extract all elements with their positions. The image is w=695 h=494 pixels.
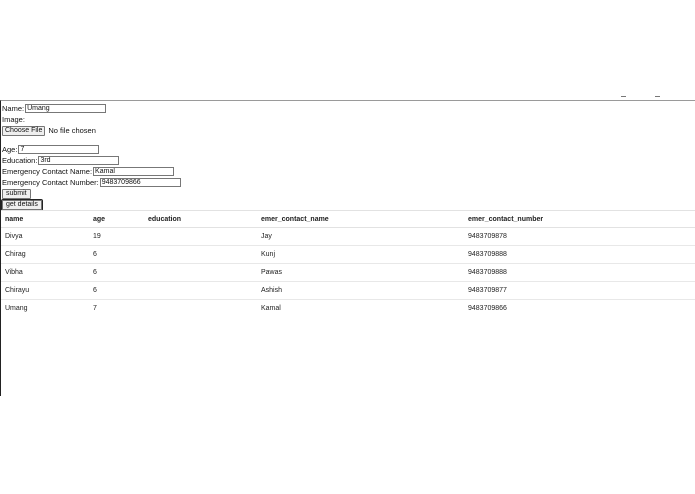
column-header-education: education xyxy=(144,210,257,228)
cell-emer-contact-name: Kunj xyxy=(257,245,464,264)
table-row: Divya 19 Jay 9483709878 xyxy=(1,227,695,246)
details-table: name age education emer_contact_name eme… xyxy=(1,210,695,317)
table-row: Chirag 6 Kunj 9483709888 xyxy=(1,245,695,264)
age-input[interactable] xyxy=(18,145,100,154)
table-row: Vibha 6 Pawas 9483709888 xyxy=(1,263,695,282)
name-input[interactable] xyxy=(25,104,107,113)
education-row: Education: xyxy=(2,155,181,166)
student-form: Name: Image: Choose File No file chosen … xyxy=(1,103,181,211)
cell-age: 7 xyxy=(93,305,97,312)
table-row: Umang 7 Kamal 9483709866 xyxy=(1,300,695,318)
cell-emer-contact-number: 9483709877 xyxy=(464,281,695,300)
column-header-emer-contact-number: emer_contact_number xyxy=(464,210,695,228)
cell-name: Vibha xyxy=(1,263,89,282)
column-header-emer-contact-name: emer_contact_name xyxy=(257,210,464,228)
cell-name: Chirag xyxy=(1,245,89,264)
education-input[interactable] xyxy=(38,156,120,165)
cell-name: Chirayu xyxy=(1,281,89,300)
column-header-name: name xyxy=(1,210,89,228)
cell-education xyxy=(144,281,257,300)
cell-emer-contact-number: 9483709888 xyxy=(464,263,695,282)
form-spacer xyxy=(2,136,181,144)
cell-emer-contact-name: Kamal xyxy=(261,305,281,312)
image-label: Image: xyxy=(2,115,25,124)
cell-emer-contact-number: 9483709878 xyxy=(464,227,695,246)
cell-age: 6 xyxy=(89,281,144,300)
cell-age: 6 xyxy=(89,245,144,264)
get-details-row: get details xyxy=(1,198,181,211)
table-row: Chirayu 6 Ashish 9483709877 xyxy=(1,281,695,300)
emergency-name-input[interactable] xyxy=(93,167,175,176)
emergency-number-input[interactable] xyxy=(99,178,181,187)
file-input-row: Choose File No file chosen xyxy=(2,125,181,136)
cell-name: Divya xyxy=(1,227,89,246)
cell-education xyxy=(144,245,257,264)
emergency-name-row: Emergency Contact Name: xyxy=(2,166,181,177)
cell-age: 6 xyxy=(89,263,144,282)
page-frame: Name: Image: Choose File No file chosen … xyxy=(0,100,695,396)
name-row: Name: xyxy=(2,103,181,114)
education-label: Education: xyxy=(2,156,38,165)
submit-row: submit xyxy=(2,188,181,199)
cell-emer-contact-name: Pawas xyxy=(257,263,464,282)
cell-emer-contact-number: 9483709888 xyxy=(464,245,695,264)
name-label: Name: xyxy=(2,104,25,113)
emergency-name-label: Emergency Contact Name: xyxy=(2,167,93,176)
image-row: Image: xyxy=(2,114,181,125)
table-header-row: name age education emer_contact_name eme… xyxy=(1,210,695,228)
cell-emer-contact-name: Jay xyxy=(257,227,464,246)
cell-age: 19 xyxy=(89,227,144,246)
column-header-age: age xyxy=(89,210,144,228)
choose-file-button[interactable]: Choose File xyxy=(2,125,46,136)
age-label: Age: xyxy=(2,145,18,154)
emergency-number-row: Emergency Contact Number: xyxy=(2,177,181,188)
submit-button[interactable]: submit xyxy=(2,188,31,199)
cell-name: Umang xyxy=(5,305,28,312)
age-row: Age: xyxy=(2,144,181,155)
cell-emer-contact-number: 9483709866 xyxy=(468,305,507,312)
get-details-button[interactable]: get details xyxy=(1,198,43,211)
cell-emer-contact-name: Ashish xyxy=(257,281,464,300)
emergency-number-label: Emergency Contact Number: xyxy=(2,178,99,187)
cell-education xyxy=(144,300,257,318)
cell-education xyxy=(144,263,257,282)
cell-education xyxy=(144,227,257,246)
file-status-text: No file chosen xyxy=(48,126,96,135)
